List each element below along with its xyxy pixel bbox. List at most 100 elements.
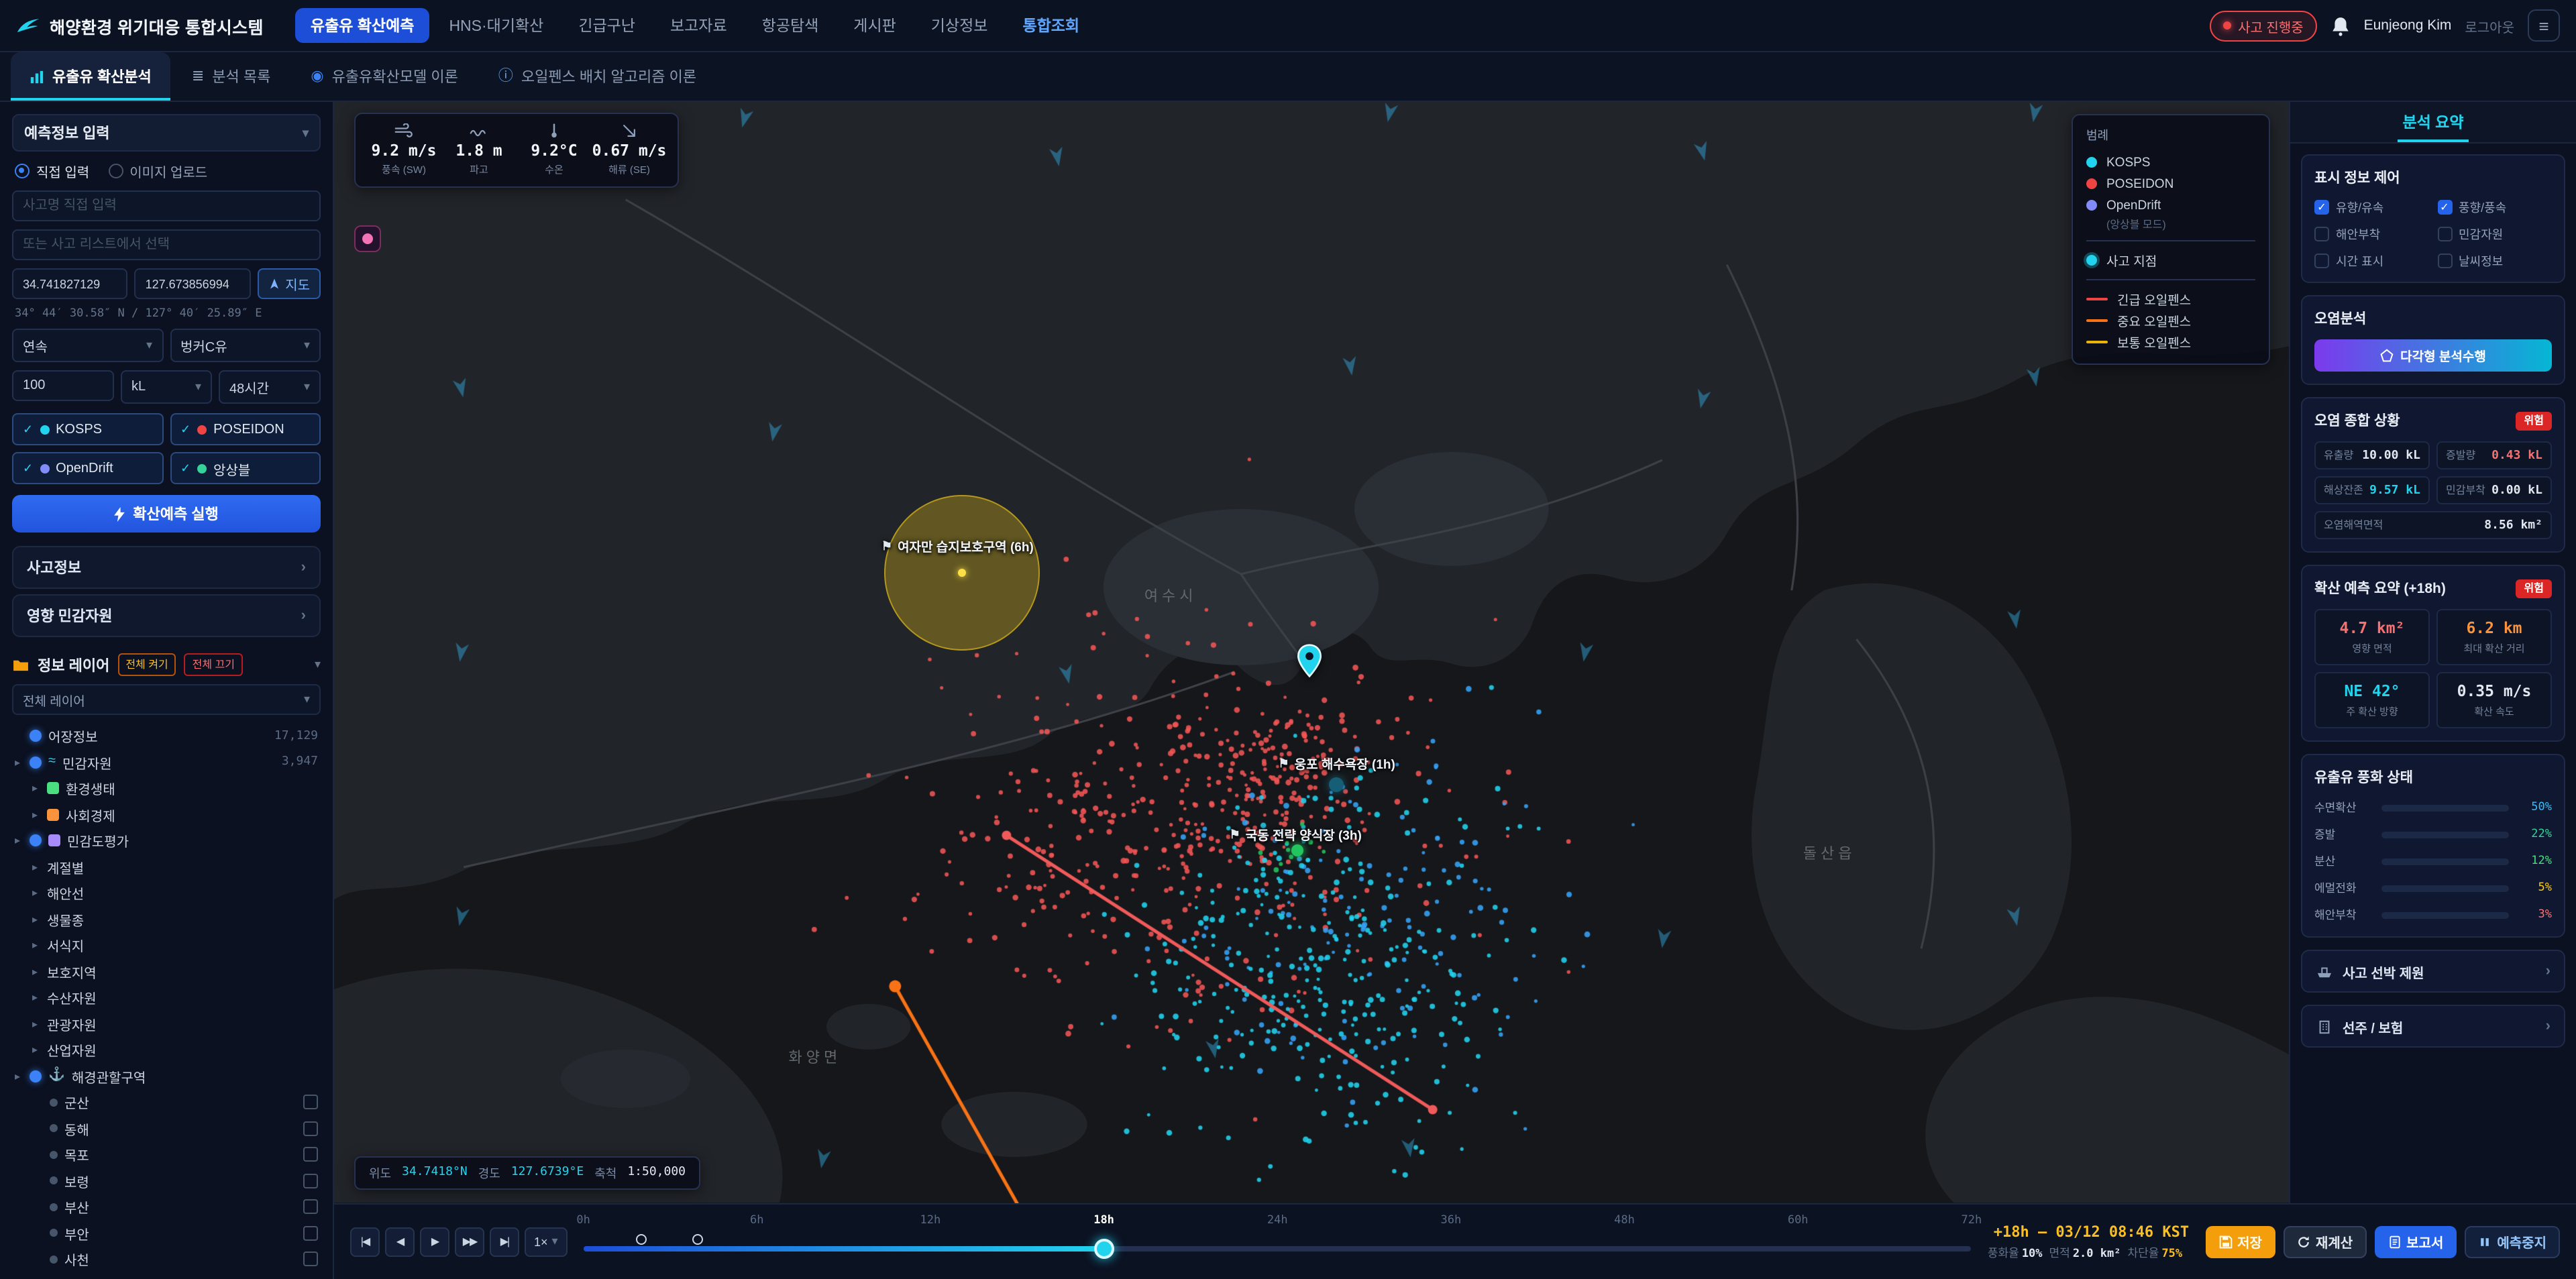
- layer-toggle-dot[interactable]: [50, 1229, 58, 1237]
- layer-tree-row[interactable]: ▸ 계절별: [12, 854, 321, 880]
- recalc-button[interactable]: 재계산: [2283, 1225, 2367, 1258]
- report-button[interactable]: 보고서: [2374, 1225, 2457, 1258]
- layer-tree-row[interactable]: 부산: [12, 1194, 321, 1220]
- layer-tree-row[interactable]: 어장정보 17,129: [12, 723, 321, 749]
- skip-end-button[interactable]: ▶|: [490, 1227, 519, 1256]
- layer-toggle-dot[interactable]: [50, 1203, 58, 1211]
- tab-list[interactable]: ≣ 분석 목록: [173, 52, 290, 101]
- display-option-시간 표시[interactable]: 시간 표시: [2314, 252, 2429, 270]
- timeline-tick[interactable]: 60h: [1788, 1213, 1809, 1227]
- pick-on-map-button[interactable]: 지도: [257, 268, 321, 299]
- nav-item[interactable]: 유출유 확산예측: [295, 8, 429, 43]
- layers-all-off-button[interactable]: 전체 끄기: [184, 653, 243, 676]
- prediction-input-header[interactable]: 예측정보 입력 ▾: [12, 114, 321, 152]
- layer-tree-row[interactable]: ▸ 관광자원: [12, 1011, 321, 1037]
- display-option-유향/유속[interactable]: ✓ 유향/유속: [2314, 199, 2429, 216]
- layer-tree-row[interactable]: ▸ 생물종: [12, 906, 321, 932]
- layer-toggle-on[interactable]: [30, 756, 42, 769]
- section-영향 민감자원[interactable]: 영향 민감자원 ›: [12, 594, 321, 637]
- layer-toggle-on[interactable]: [30, 730, 42, 742]
- layer-toggle-dot[interactable]: [50, 1255, 58, 1264]
- duration-select[interactable]: 48시간 ▾: [219, 370, 321, 404]
- tab-info[interactable]: ⓘ 오일펜스 배치 알고리즘 이론: [480, 52, 715, 101]
- nav-item[interactable]: HNS·대기확산: [434, 8, 558, 43]
- summary-section-선주 / 보험[interactable]: 선주 / 보험 ›: [2301, 1005, 2565, 1048]
- layer-toggle-dot[interactable]: [50, 1150, 58, 1159]
- accident-location-pin-icon[interactable]: [1296, 644, 1323, 678]
- layers-all-on-button[interactable]: 전체 켜기: [117, 653, 176, 676]
- model-toggle-앙상블[interactable]: ✓ 앙상블: [170, 452, 321, 484]
- timeline-handle[interactable]: [1093, 1238, 1114, 1258]
- display-option-해안부착[interactable]: 해안부착: [2314, 225, 2429, 243]
- model-toggle-KOSPS[interactable]: ✓ KOSPS: [12, 413, 163, 445]
- summary-section-사고 선박 제원[interactable]: 사고 선박 제원 ›: [2301, 950, 2565, 993]
- display-option-민감자원[interactable]: 민감자원: [2437, 225, 2552, 243]
- notification-bell-icon[interactable]: [2330, 15, 2351, 36]
- skip-start-button[interactable]: |◀: [350, 1227, 380, 1256]
- layer-tree-row[interactable]: 보령: [12, 1168, 321, 1194]
- layer-toggle-on[interactable]: [30, 1070, 42, 1082]
- play-button[interactable]: ▶: [420, 1227, 449, 1256]
- layer-tree-row[interactable]: ▸ 환경생태: [12, 775, 321, 801]
- nav-item[interactable]: 항공탐색: [747, 8, 834, 43]
- layer-tree-row[interactable]: ▸ 산업자원: [12, 1037, 321, 1063]
- map-area[interactable]: ⚑ 여자만 습지보호구역 (6h) ⚑ 웅포 해수욕장 (1h) ⚑ 국동 전략 양식장 …: [334, 102, 2289, 1203]
- draw-tool-button[interactable]: [354, 225, 381, 252]
- layer-tree-row[interactable]: ▸ 사회경제: [12, 801, 321, 828]
- nav-item[interactable]: 보고자료: [655, 8, 742, 43]
- logout-link[interactable]: 로그아웃: [2465, 15, 2514, 36]
- menu-button[interactable]: ≡: [2528, 9, 2560, 42]
- longitude-input[interactable]: [134, 268, 251, 299]
- incident-list-input[interactable]: [12, 229, 321, 260]
- unit-select[interactable]: kL ▾: [121, 370, 212, 404]
- fast-forward-button[interactable]: ▶▶: [455, 1227, 484, 1256]
- layer-tree-row[interactable]: ▸ 보호지역: [12, 958, 321, 985]
- layer-tree-row[interactable]: ▸ ≈ 민감자원 3,947: [12, 749, 321, 775]
- timeline-track[interactable]: [583, 1233, 1972, 1258]
- tab-model[interactable]: ◉ 유출유확산모델 이론: [292, 52, 477, 101]
- timeline-tick[interactable]: 6h: [750, 1213, 764, 1227]
- zoom-to-layer-button[interactable]: [303, 1252, 318, 1267]
- layer-tree-row[interactable]: ▸ 수산자원: [12, 985, 321, 1011]
- polygon-analysis-button[interactable]: 다각형 분석수행: [2314, 339, 2552, 372]
- model-toggle-POSEIDON[interactable]: ✓ POSEIDON: [170, 413, 321, 445]
- tab-analysis[interactable]: 유출유 확산분석: [11, 52, 170, 101]
- display-option-날씨정보[interactable]: 날씨정보: [2437, 252, 2552, 270]
- latitude-input[interactable]: [12, 268, 128, 299]
- timeline-tick[interactable]: 72h: [1962, 1213, 1982, 1227]
- nav-item[interactable]: 게시판: [839, 8, 911, 43]
- zoom-to-layer-button[interactable]: [303, 1199, 318, 1215]
- zoom-to-layer-button[interactable]: [303, 1225, 318, 1241]
- layer-tree-row[interactable]: ▸ 해안선: [12, 880, 321, 906]
- layer-toggle-dot[interactable]: [50, 1098, 58, 1107]
- incident-name-input[interactable]: [12, 190, 321, 221]
- stop-button[interactable]: 예측중지: [2465, 1225, 2560, 1258]
- playback-speed-button[interactable]: 1× ▾: [525, 1227, 568, 1256]
- timeline-event-marker[interactable]: [692, 1233, 703, 1244]
- section-사고정보[interactable]: 사고정보 ›: [12, 546, 321, 589]
- layer-tree-row[interactable]: 동해: [12, 1115, 321, 1142]
- model-toggle-OpenDrift[interactable]: ✓ OpenDrift: [12, 452, 163, 484]
- amount-input[interactable]: [12, 370, 114, 401]
- layer-toggle-dot[interactable]: [50, 1176, 58, 1185]
- display-option-풍향/풍속[interactable]: ✓ 풍향/풍속: [2437, 199, 2552, 216]
- oil-type-select[interactable]: 벙커C유 ▾: [170, 329, 321, 362]
- radio-option[interactable]: 직접 입력: [15, 161, 89, 181]
- nav-item[interactable]: 통합조회: [1008, 8, 1094, 43]
- nav-item[interactable]: 기상정보: [916, 8, 1003, 43]
- timeline-tick[interactable]: 36h: [1441, 1213, 1462, 1227]
- layer-toggle-dot[interactable]: [50, 1124, 58, 1133]
- layer-tree-row[interactable]: ▸ ⚓ 해경관할구역: [12, 1063, 321, 1089]
- zoom-to-layer-button[interactable]: [303, 1173, 318, 1188]
- timeline-tick[interactable]: 24h: [1267, 1213, 1288, 1227]
- timeline-tick[interactable]: 12h: [920, 1213, 941, 1227]
- layer-filter-select[interactable]: 전체 레이어 ▾: [12, 684, 321, 715]
- layer-tree-row[interactable]: 군산: [12, 1089, 321, 1115]
- zoom-to-layer-button[interactable]: [303, 1147, 318, 1162]
- spill-type-select[interactable]: 연속 ▾: [12, 329, 163, 362]
- timeline-tick[interactable]: 48h: [1614, 1213, 1635, 1227]
- nav-item[interactable]: 긴급구난: [564, 8, 650, 43]
- timeline-tick[interactable]: 0h: [576, 1213, 590, 1227]
- layer-tree-row[interactable]: 부안: [12, 1220, 321, 1246]
- timeline-tick[interactable]: 18h: [1093, 1213, 1114, 1227]
